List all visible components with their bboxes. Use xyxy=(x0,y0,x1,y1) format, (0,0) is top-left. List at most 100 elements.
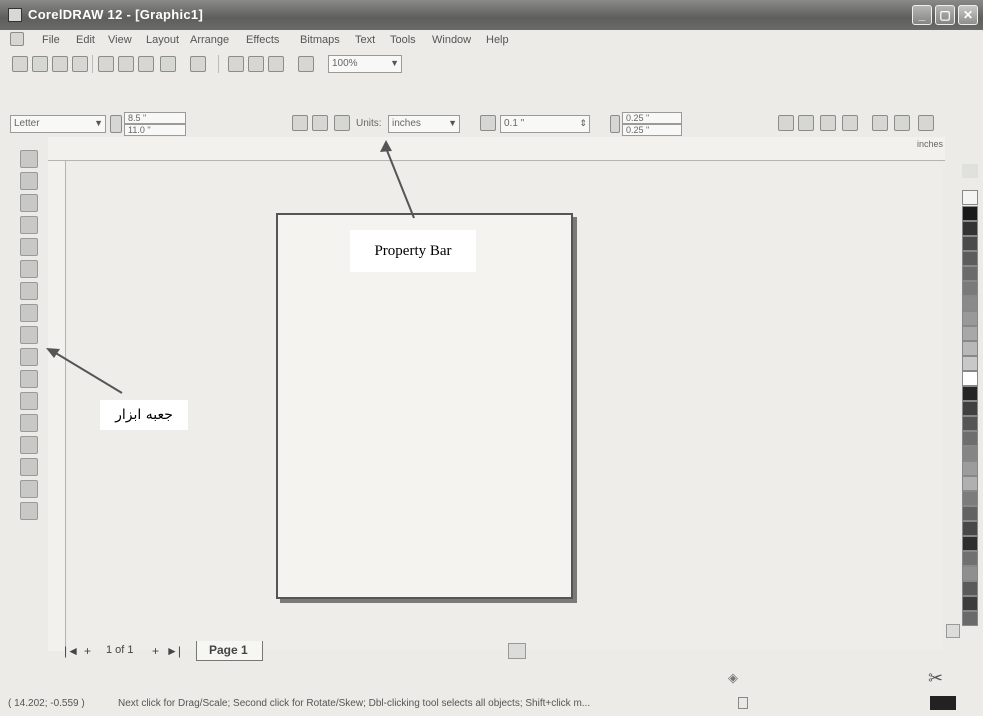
rectangle-tool-icon[interactable] xyxy=(20,282,38,300)
color-swatch[interactable] xyxy=(962,536,978,551)
color-swatch[interactable] xyxy=(962,596,978,611)
application-launcher-icon[interactable] xyxy=(268,56,284,72)
page-tab[interactable]: Page 1 xyxy=(196,641,263,661)
color-swatch[interactable] xyxy=(962,356,978,371)
previous-page-button[interactable]: + xyxy=(84,644,91,658)
document-icon[interactable] xyxy=(10,32,24,46)
color-swatch[interactable] xyxy=(962,551,978,566)
interactive-fill-tool-icon[interactable] xyxy=(20,480,38,498)
page-width-field[interactable]: 8.5 " xyxy=(124,112,186,124)
color-swatch[interactable] xyxy=(962,446,978,461)
color-swatch[interactable] xyxy=(962,431,978,446)
ellipse-tool-icon[interactable] xyxy=(20,304,38,322)
copy-icon[interactable] xyxy=(118,56,134,72)
page-height-field[interactable]: 11.0 " xyxy=(124,124,186,136)
color-swatch[interactable] xyxy=(962,236,978,251)
corel-online-icon[interactable] xyxy=(298,56,314,72)
basic-shapes-tool-icon[interactable] xyxy=(20,348,38,366)
landscape-icon[interactable] xyxy=(312,115,328,131)
menu-effects[interactable]: Effects xyxy=(246,34,279,46)
menu-file[interactable]: File xyxy=(42,34,60,46)
color-swatch[interactable] xyxy=(962,476,978,491)
paste-icon[interactable] xyxy=(138,56,154,72)
menu-layout[interactable]: Layout xyxy=(146,34,179,46)
smart-fill-tool-icon[interactable] xyxy=(20,260,38,278)
outline-tool-icon[interactable] xyxy=(20,436,38,454)
treat-as-filled-icon[interactable] xyxy=(872,115,888,131)
close-icon[interactable]: ✕ xyxy=(958,5,978,25)
menu-edit[interactable]: Edit xyxy=(76,34,95,46)
fill-tool-icon[interactable] xyxy=(20,458,38,476)
dynamic-guides-icon[interactable] xyxy=(842,115,858,131)
zoom-level-select[interactable]: 100% ▼ xyxy=(328,55,402,73)
color-swatch[interactable] xyxy=(962,311,978,326)
color-swatch[interactable] xyxy=(962,566,978,581)
last-page-button[interactable]: ►| xyxy=(166,644,181,658)
color-swatch[interactable] xyxy=(962,386,978,401)
color-swatch[interactable] xyxy=(962,401,978,416)
crop-tool-icon[interactable] xyxy=(20,194,38,212)
interactive-blend-tool-icon[interactable] xyxy=(20,392,38,410)
no-color-swatch[interactable] xyxy=(962,190,978,205)
menu-help[interactable]: Help xyxy=(486,34,509,46)
export-icon[interactable] xyxy=(248,56,264,72)
maximize-icon[interactable]: ▢ xyxy=(935,5,955,25)
color-swatch[interactable] xyxy=(962,281,978,296)
snap-to-objects-icon[interactable] xyxy=(820,115,836,131)
open-icon[interactable] xyxy=(32,56,48,72)
menu-tools[interactable]: Tools xyxy=(390,34,416,46)
color-swatch[interactable] xyxy=(962,206,978,221)
horizontal-ruler[interactable]: inches xyxy=(48,137,945,161)
portrait-icon[interactable] xyxy=(292,115,308,131)
navigator-icon[interactable] xyxy=(946,624,960,638)
color-swatch[interactable] xyxy=(962,416,978,431)
menu-arrange[interactable]: Arrange xyxy=(190,34,229,46)
print-icon[interactable] xyxy=(72,56,88,72)
color-swatch[interactable] xyxy=(962,221,978,236)
duplicate-y-field[interactable]: 0.25 " xyxy=(622,124,682,136)
import-icon[interactable] xyxy=(228,56,244,72)
shape-tool-icon[interactable] xyxy=(20,172,38,190)
snap-to-grid-icon[interactable] xyxy=(778,115,794,131)
new-document-icon[interactable] xyxy=(12,56,28,72)
next-page-button[interactable]: + xyxy=(152,644,159,658)
pick-tool-icon[interactable] xyxy=(20,150,38,168)
units-select[interactable]: inches ▼ xyxy=(388,115,460,133)
cut-icon[interactable] xyxy=(98,56,114,72)
options-icon[interactable] xyxy=(894,115,910,131)
color-swatch[interactable] xyxy=(962,296,978,311)
redo-icon[interactable] xyxy=(190,56,206,72)
duplicate-x-field[interactable]: 0.25 " xyxy=(622,112,682,124)
scroll-left-icon[interactable] xyxy=(508,643,526,659)
menu-bitmaps[interactable]: Bitmaps xyxy=(300,34,340,46)
color-swatch[interactable] xyxy=(962,581,978,596)
color-swatch[interactable] xyxy=(962,371,978,386)
eyedropper-tool-icon[interactable] xyxy=(20,414,38,432)
nudge-offset-field[interactable]: 0.1 " ⇕ xyxy=(500,115,590,133)
color-swatch[interactable] xyxy=(962,341,978,356)
app-icon[interactable] xyxy=(8,8,22,22)
color-swatch[interactable] xyxy=(962,506,978,521)
color-swatch[interactable] xyxy=(962,251,978,266)
color-swatch[interactable] xyxy=(962,611,978,626)
vertical-ruler[interactable] xyxy=(48,161,66,651)
freehand-tool-icon[interactable] xyxy=(20,238,38,256)
color-swatch[interactable] xyxy=(962,491,978,506)
polygon-tool-icon[interactable] xyxy=(20,326,38,344)
edit-properties-icon[interactable] xyxy=(918,115,934,131)
color-swatch[interactable] xyxy=(962,461,978,476)
connector-tool-icon[interactable] xyxy=(20,502,38,520)
color-swatch[interactable] xyxy=(962,326,978,341)
color-swatch[interactable] xyxy=(962,266,978,281)
zoom-tool-icon[interactable] xyxy=(20,216,38,234)
menu-window[interactable]: Window xyxy=(432,34,471,46)
snap-to-guidelines-icon[interactable] xyxy=(798,115,814,131)
undo-icon[interactable] xyxy=(160,56,176,72)
color-swatch[interactable] xyxy=(962,521,978,536)
minimize-icon[interactable]: _ xyxy=(912,5,932,25)
palette-flyout-icon[interactable] xyxy=(962,164,978,178)
paper-type-select[interactable]: Letter ▼ xyxy=(10,115,106,133)
first-page-button[interactable]: |◄ xyxy=(64,644,79,658)
save-icon[interactable] xyxy=(52,56,68,72)
menu-text[interactable]: Text xyxy=(355,34,375,46)
